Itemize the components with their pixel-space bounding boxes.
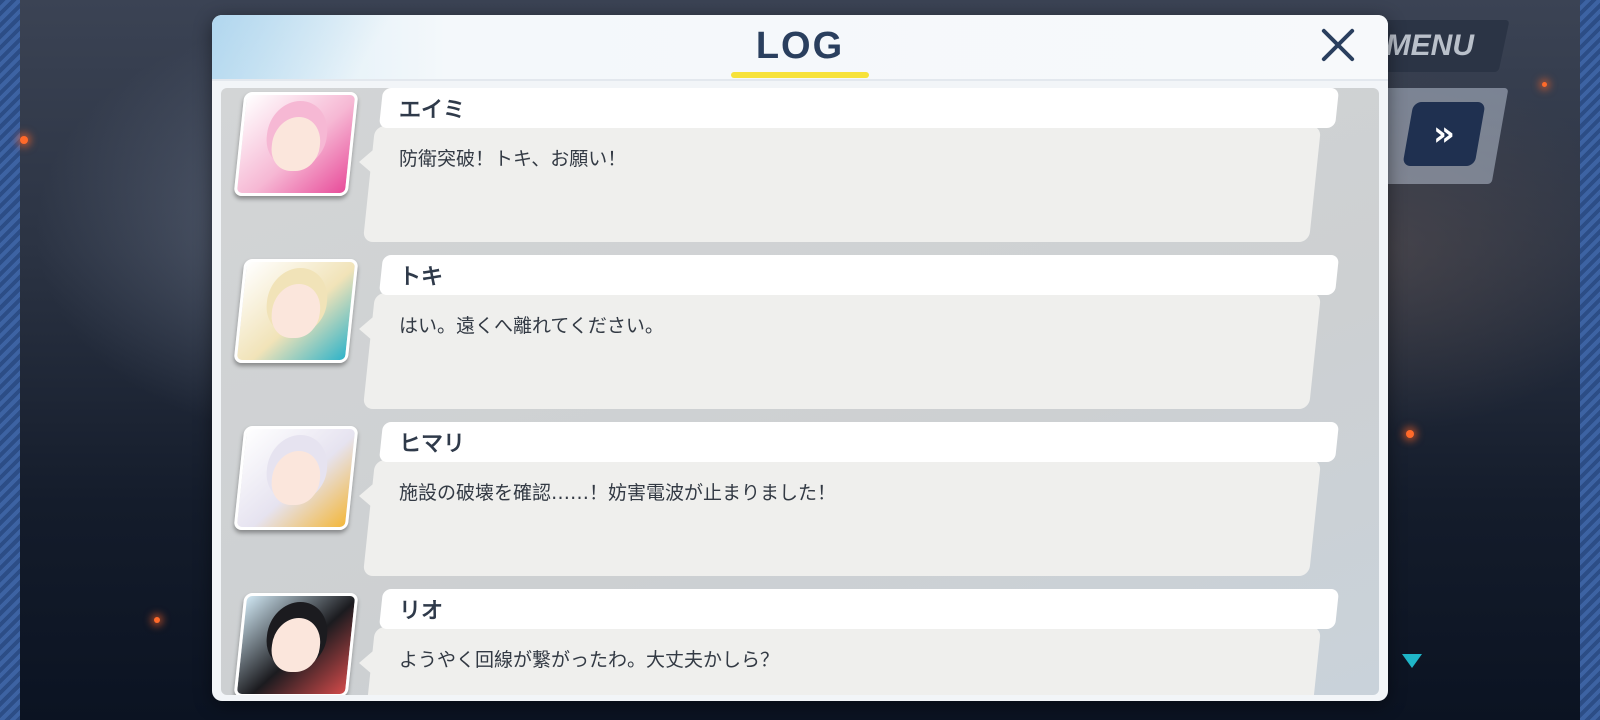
next-indicator-icon: [1402, 654, 1422, 668]
portrait-face: [269, 117, 323, 171]
speaker-name-bar: [378, 589, 1340, 629]
dialogue-text: 施設の破壊を確認……！妨害電波が止まりました！: [399, 482, 837, 504]
fast-forward-icon: »: [1433, 114, 1455, 154]
log-entry: トキ はい。遠くへ離れてください。: [221, 255, 1379, 415]
speaker-portrait[interactable]: [233, 593, 359, 695]
ember-particle: [154, 617, 160, 623]
portrait-face: [269, 451, 323, 505]
portrait-face: [269, 618, 323, 672]
speaker-name-bar: [378, 88, 1340, 128]
close-icon[interactable]: [1320, 27, 1356, 63]
right-border-stripe: [1580, 0, 1600, 720]
speaker-name-bar: [378, 255, 1340, 295]
bubble-tail: [359, 317, 373, 341]
log-modal: LOG エイミ 防衛突破！トキ、お願い！ トキ はい。遠くへ離れてください。 ヒ…: [212, 15, 1388, 701]
log-title: LOG: [755, 25, 845, 67]
speaker-portrait[interactable]: [233, 426, 359, 530]
log-entry: リオ ようやく回線が繋がったわ。大丈夫かしら？: [221, 589, 1379, 695]
log-entry: ヒマリ 施設の破壊を確認……！妨害電波が止まりました！: [221, 422, 1379, 582]
speaker-portrait[interactable]: [233, 259, 359, 363]
ember-particle: [1542, 82, 1547, 87]
speaker-name-bar: [378, 422, 1340, 462]
speaker-name: エイミ: [399, 98, 466, 123]
dialogue-text: ようやく回線が繋がったわ。大丈夫かしら？: [399, 649, 780, 671]
bubble-tail: [359, 484, 373, 508]
log-entry: エイミ 防衛突破！トキ、お願い！: [221, 88, 1379, 248]
speaker-name: トキ: [399, 265, 444, 290]
dialogue-text: はい。遠くへ離れてください。: [399, 315, 664, 337]
fast-forward-button[interactable]: »: [1402, 102, 1486, 166]
ember-particle: [20, 136, 28, 144]
speaker-name: ヒマリ: [399, 432, 466, 457]
left-border-stripe: [0, 0, 20, 720]
bubble-tail: [359, 150, 373, 174]
ember-particle: [1406, 430, 1414, 438]
log-header: LOG: [212, 15, 1388, 81]
dialogue-text: 防衛突破！トキ、お願い！: [399, 148, 627, 170]
log-list[interactable]: エイミ 防衛突破！トキ、お願い！ トキ はい。遠くへ離れてください。 ヒマリ 施…: [221, 88, 1379, 695]
speaker-name: リオ: [399, 599, 444, 624]
speaker-portrait[interactable]: [233, 92, 359, 196]
title-underline: [731, 72, 869, 78]
bubble-tail: [359, 651, 373, 675]
portrait-face: [269, 284, 323, 338]
